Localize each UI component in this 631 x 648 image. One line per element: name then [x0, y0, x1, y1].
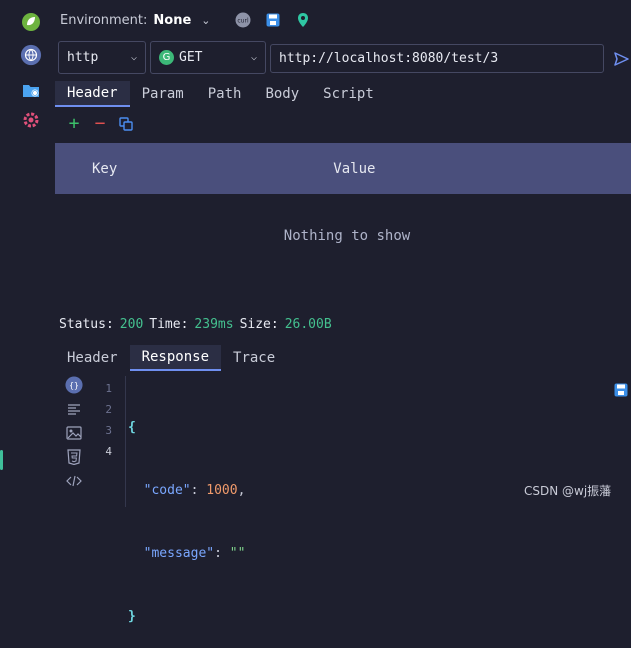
request-tabs: Header Param Path Body Script: [55, 81, 386, 107]
settings-gear-icon[interactable]: [20, 109, 42, 131]
tab-param[interactable]: Param: [130, 81, 196, 107]
line-number: 3: [105, 424, 112, 437]
method-select[interactable]: G GET ⌵: [150, 41, 266, 74]
tab-body[interactable]: Body: [253, 81, 311, 107]
remove-icon[interactable]: −: [92, 115, 108, 133]
time-value: 239ms: [194, 317, 234, 332]
folder-globe-icon[interactable]: [20, 79, 42, 101]
curl-badge-text: curl: [237, 18, 249, 25]
header-toolbar: + −: [66, 115, 134, 133]
protocol-select[interactable]: http ⌵: [58, 41, 146, 74]
close-brace: }: [128, 609, 136, 624]
code-view-icon[interactable]: [65, 472, 83, 490]
size-value: 26.00B: [284, 317, 332, 332]
active-indicator: [0, 450, 3, 470]
column-value: Value: [333, 160, 376, 177]
url-input[interactable]: http://localhost:8080/test/3: [270, 44, 604, 73]
html5-icon[interactable]: [65, 448, 83, 466]
left-sidebar: [0, 0, 55, 507]
json-value: 1000: [206, 483, 238, 498]
watermark: CSDN @wj振藩: [524, 484, 612, 498]
http-globe-icon[interactable]: [20, 44, 42, 66]
json-value: "": [229, 546, 246, 561]
line-numbers: 1 2 3 4: [92, 378, 112, 462]
send-icon[interactable]: [612, 50, 630, 68]
chevron-down-icon[interactable]: ⌄: [201, 14, 210, 27]
response-tab-trace[interactable]: Trace: [221, 345, 287, 371]
open-brace: {: [128, 420, 136, 435]
environment-bar: Environment: None ⌄ curl: [60, 8, 311, 32]
environment-label: Environment:: [60, 12, 148, 28]
response-status: Status: 200 Time: 239ms Size: 26.00B: [59, 317, 332, 332]
tab-path[interactable]: Path: [196, 81, 254, 107]
add-icon[interactable]: +: [66, 115, 82, 133]
code-line: "code": 1000,: [128, 480, 246, 501]
code-line: {: [128, 417, 245, 438]
json-key: "code": [143, 483, 191, 498]
line-number: 2: [105, 403, 112, 416]
protocol-value: http: [67, 50, 99, 65]
json-sep: :: [214, 546, 230, 561]
response-body-editor[interactable]: { "code": 1000, "message": "" }: [128, 375, 245, 648]
response-tabs: Header Response Trace: [55, 345, 287, 371]
code-line: }: [128, 606, 245, 627]
column-key: Key: [92, 160, 118, 177]
method-value: GET: [179, 50, 203, 65]
json-sep: :: [190, 483, 207, 498]
response-tab-response[interactable]: Response: [129, 345, 222, 371]
code-line: "message": "": [128, 543, 246, 564]
url-value: http://localhost:8080/test/3: [279, 51, 499, 66]
code-gutter-divider: [125, 376, 126, 507]
line-number: 1: [105, 382, 112, 395]
text-view-icon[interactable]: [65, 400, 83, 418]
json-view-icon[interactable]: {}: [65, 376, 83, 394]
svg-text:{}: {}: [69, 380, 79, 390]
json-comma: ,: [237, 483, 246, 498]
line-number: 4: [105, 445, 112, 458]
response-tab-header[interactable]: Header: [55, 345, 130, 371]
copy-icon[interactable]: [118, 116, 134, 132]
location-pin-icon[interactable]: [295, 12, 311, 28]
response-view-modes: {}: [60, 376, 88, 490]
time-label: Time:: [149, 317, 189, 332]
chevron-down-icon: ⌵: [130, 52, 137, 63]
size-label: Size:: [239, 317, 279, 332]
empty-message: Nothing to show: [283, 228, 411, 244]
chevron-down-icon: ⌵: [250, 52, 257, 63]
json-key: "message": [143, 546, 215, 561]
save-icon[interactable]: [265, 12, 281, 28]
curl-icon[interactable]: curl: [235, 12, 251, 28]
save-response-icon[interactable]: [614, 383, 628, 397]
status-label: Status:: [59, 317, 114, 332]
spring-leaf-icon[interactable]: [20, 11, 42, 33]
environment-select[interactable]: None: [153, 13, 191, 28]
image-view-icon[interactable]: [65, 424, 83, 442]
tab-script[interactable]: Script: [311, 81, 386, 107]
tab-header[interactable]: Header: [55, 81, 130, 107]
status-value: 200: [119, 317, 144, 332]
header-table-head: Key Value: [55, 143, 631, 194]
method-badge-icon: G: [159, 50, 174, 65]
